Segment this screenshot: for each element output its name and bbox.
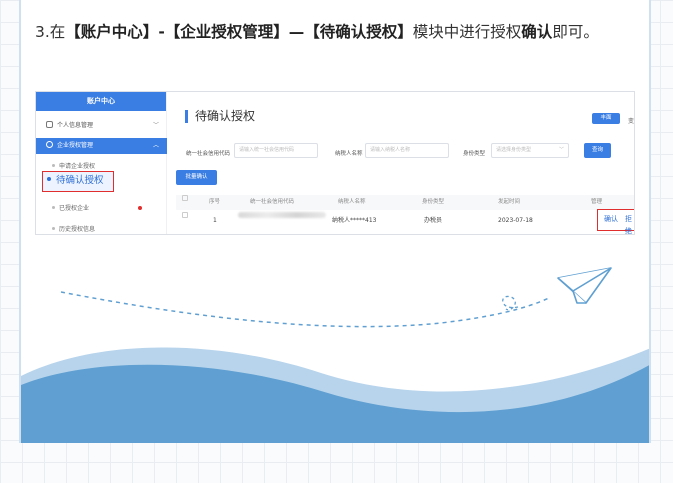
sidebar-subitem-history[interactable]: 历史授权信息 <box>52 224 95 233</box>
chevron-down-icon: ﹀ <box>152 122 159 129</box>
checkbox-icon <box>182 195 188 201</box>
chevron-down-icon: ﹀ <box>558 147 564 153</box>
check-circle-icon <box>46 141 53 148</box>
sidebar: 账户中心 个人信息管理 ﹀ 企业授权管理 ︿ 申请企业授权 待确认授权 已授权企… <box>36 92 167 234</box>
col-taxpayer: 纳税人名称 <box>338 199 366 205</box>
page-title: 待确认授权 <box>185 110 255 123</box>
instruction-suffix: 即可。 <box>552 23 599 41</box>
credit-code-input[interactable]: 请输入统一社会信用代码 <box>234 143 318 158</box>
batch-confirm-button[interactable]: 批量确认 <box>176 170 217 185</box>
taxpayer-input[interactable]: 请输入纳税人名称 <box>365 143 449 158</box>
instruction-text: 3.在【账户中心】-【企业授权管理】—【待确认授权】模块中进行授权确认即可。 <box>35 18 639 47</box>
wave-dark <box>21 364 649 443</box>
instruction-dash-2: — <box>288 23 305 41</box>
chevron-up-icon: ︿ <box>152 142 159 149</box>
instruction-account-center: 【账户中心】 <box>65 23 159 41</box>
row-identity: 办税员 <box>424 217 443 224</box>
sidebar-item-personal-info[interactable]: 个人信息管理 ﹀ <box>36 118 167 134</box>
sidebar-header: 账户中心 <box>36 92 166 111</box>
identity-select-placeholder: 请选择身份类型 <box>496 147 532 153</box>
notification-dot <box>138 206 142 210</box>
table-row: 1 纳税人*****413 办税员 2023-07-18 <box>176 212 634 230</box>
row-taxpayer: 纳税人*****413 <box>332 217 377 224</box>
bullet-icon <box>47 177 51 181</box>
table-header: 序号 统一社会信用代码 纳税人名称 身份类型 发起时间 管理 <box>176 195 634 210</box>
blurred-text <box>238 212 326 218</box>
sidebar-item-label: 个人信息管理 <box>57 122 94 129</box>
identity-select[interactable]: 请选择身份类型 ﹀ <box>491 143 569 158</box>
instruction-enterprise-auth: 【企业授权管理】 <box>164 23 289 41</box>
instruction-prefix: 3.在 <box>35 23 66 41</box>
dashed-loop <box>502 295 519 311</box>
subitem-label: 已授权企业 <box>59 205 90 212</box>
instruction-middle: 模块中进行授权 <box>412 23 522 41</box>
col-actions: 管理 <box>591 199 603 205</box>
row-date: 2023-07-18 <box>498 217 533 224</box>
reject-link[interactable]: 拒绝 <box>625 213 634 234</box>
main-panel: 待确认授权 丰面 变 统一社会信用代码 请输入统一社会信用代码 纳税人名称 请输… <box>176 92 634 234</box>
col-date: 发起时间 <box>498 199 521 205</box>
sidebar-item-enterprise-auth[interactable]: 企业授权管理 ︿ <box>36 138 167 154</box>
subitem-label: 历史授权信息 <box>59 226 96 233</box>
confirm-link[interactable]: 确认 <box>604 213 618 225</box>
tab-button[interactable]: 丰面 <box>592 113 620 124</box>
col-identity: 身份类型 <box>422 199 445 205</box>
search-button[interactable]: 查询 <box>584 143 611 158</box>
filter-label-identity: 身份类型 <box>463 151 486 157</box>
id-card-icon <box>46 121 53 128</box>
sidebar-subitem-authorized[interactable]: 已授权企业 <box>52 203 89 212</box>
paper-plane-icon <box>557 267 612 304</box>
col-index: 序号 <box>209 199 221 205</box>
checkbox-icon <box>182 212 188 218</box>
instruction-confirm: 确认 <box>521 23 553 41</box>
sidebar-item-label: 企业授权管理 <box>57 142 94 149</box>
bullet-icon <box>52 227 55 230</box>
dashed-flight-path <box>60 291 552 328</box>
bullet-icon <box>52 206 55 209</box>
decoration <box>21 267 649 443</box>
tutorial-card: 3.在【账户中心】-【企业授权管理】—【待确认授权】模块中进行授权确认即可。 账… <box>19 0 651 443</box>
col-credit-code: 统一社会信用代码 <box>250 199 295 205</box>
subitem-label: 待确认授权 <box>56 175 104 186</box>
sidebar-subitem-apply[interactable]: 申请企业授权 <box>52 161 95 170</box>
row-index: 1 <box>213 217 217 224</box>
sidebar-subitem-pending[interactable]: 待确认授权 <box>42 171 114 192</box>
tab-cut[interactable]: 变 <box>628 116 634 125</box>
filter-label-taxpayer: 纳税人名称 <box>335 151 363 157</box>
bullet-icon <box>52 164 55 167</box>
instruction-pending-auth: 【待确认授权】 <box>304 23 413 41</box>
embedded-screenshot: 账户中心 个人信息管理 ﹀ 企业授权管理 ︿ 申请企业授权 待确认授权 已授权企… <box>35 91 635 235</box>
subitem-label: 申请企业授权 <box>59 163 96 170</box>
filter-label-credit-code: 统一社会信用代码 <box>186 151 231 157</box>
